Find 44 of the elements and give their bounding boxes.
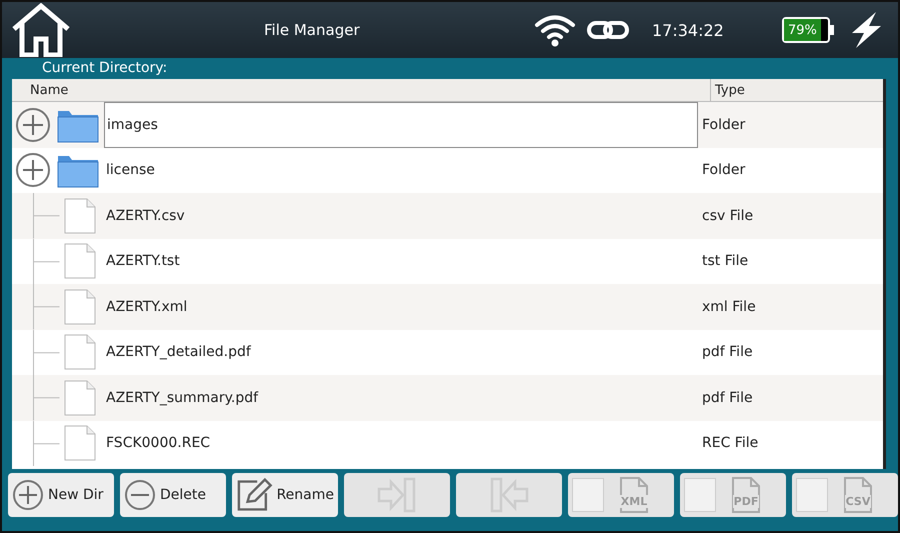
document-icon (64, 198, 96, 234)
tree-line (33, 238, 60, 284)
column-header[interactable]: Type (711, 79, 745, 101)
window-title: File Manager (264, 21, 361, 39)
file-name[interactable]: AZERTY_summary.pdf (104, 375, 698, 420)
minus-circle-icon (124, 479, 156, 511)
file-name[interactable]: license (104, 148, 698, 193)
file-type: tst File (701, 253, 748, 270)
document-icon (64, 334, 96, 370)
pencil-icon (236, 477, 273, 513)
file-name[interactable]: images (104, 102, 698, 148)
toolbar-button[interactable]: Delete (120, 473, 226, 517)
file-name[interactable]: AZERTY_detailed.pdf (104, 330, 698, 375)
document-icon (64, 425, 96, 462)
document-icon (64, 380, 96, 416)
directory-label: Current Directory: (41, 59, 168, 78)
tree-line (33, 193, 60, 238)
expand-icon[interactable] (15, 152, 51, 188)
file-type: pdf File (701, 390, 753, 406)
home-icon[interactable] (10, 3, 72, 57)
wifi-icon (534, 13, 576, 47)
file-type: Folder (701, 162, 746, 178)
expand-icon[interactable] (15, 106, 51, 143)
link-icon (586, 19, 630, 41)
tree-line (33, 330, 60, 375)
column-header[interactable]: Name (12, 79, 711, 101)
file-type: pdf File (701, 344, 753, 360)
file-name[interactable]: AZERTY.xml (104, 284, 698, 330)
toolbar-button[interactable]: Rename (232, 473, 338, 517)
file-type: xml File (701, 298, 756, 315)
toolbar-button[interactable]: New Dir (8, 473, 114, 517)
file-name[interactable]: AZERTY.tst (104, 238, 698, 284)
tree-line (33, 420, 60, 466)
plus-circle-icon (12, 479, 44, 511)
file-type: Folder (701, 116, 746, 133)
clock-time: 17:34:22 (652, 20, 725, 40)
document-icon (64, 288, 96, 325)
tree-line (33, 375, 60, 420)
file-name[interactable]: FSCK0000.REC (104, 420, 698, 466)
tree-line (33, 284, 60, 330)
file-name[interactable]: AZERTY.csv (104, 193, 698, 238)
file-type: REC File (701, 435, 758, 452)
document-icon (64, 243, 96, 280)
file-type: csv File (701, 208, 754, 224)
